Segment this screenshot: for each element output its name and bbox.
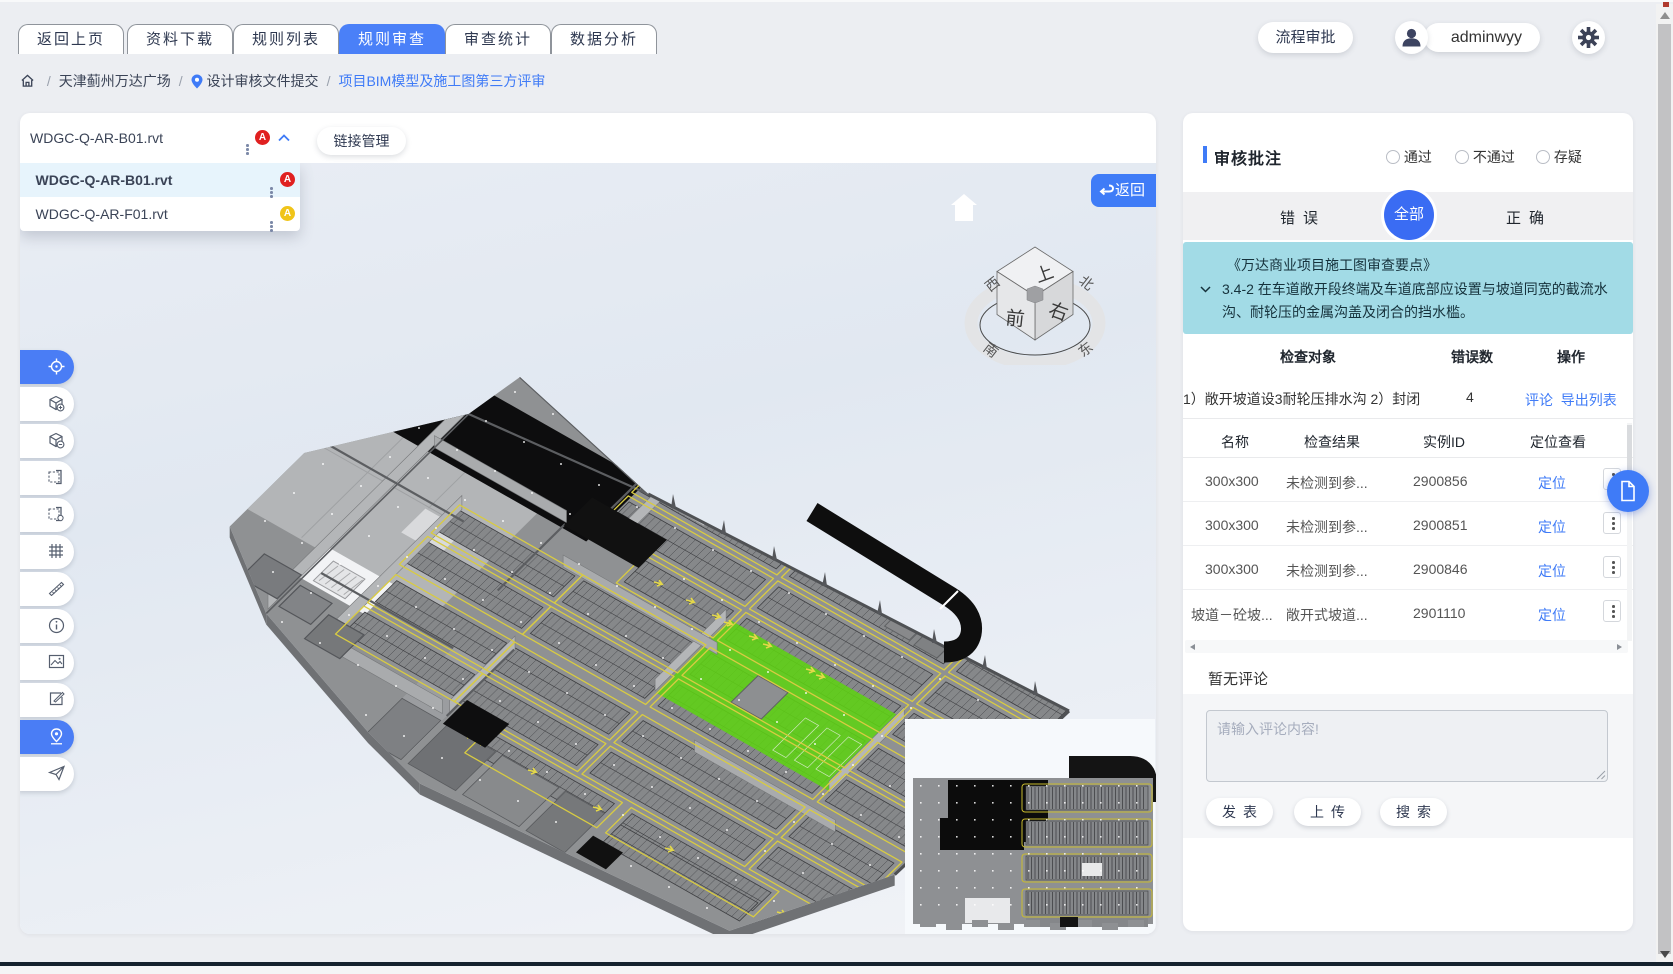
svg-text:前: 前 xyxy=(1004,307,1025,331)
